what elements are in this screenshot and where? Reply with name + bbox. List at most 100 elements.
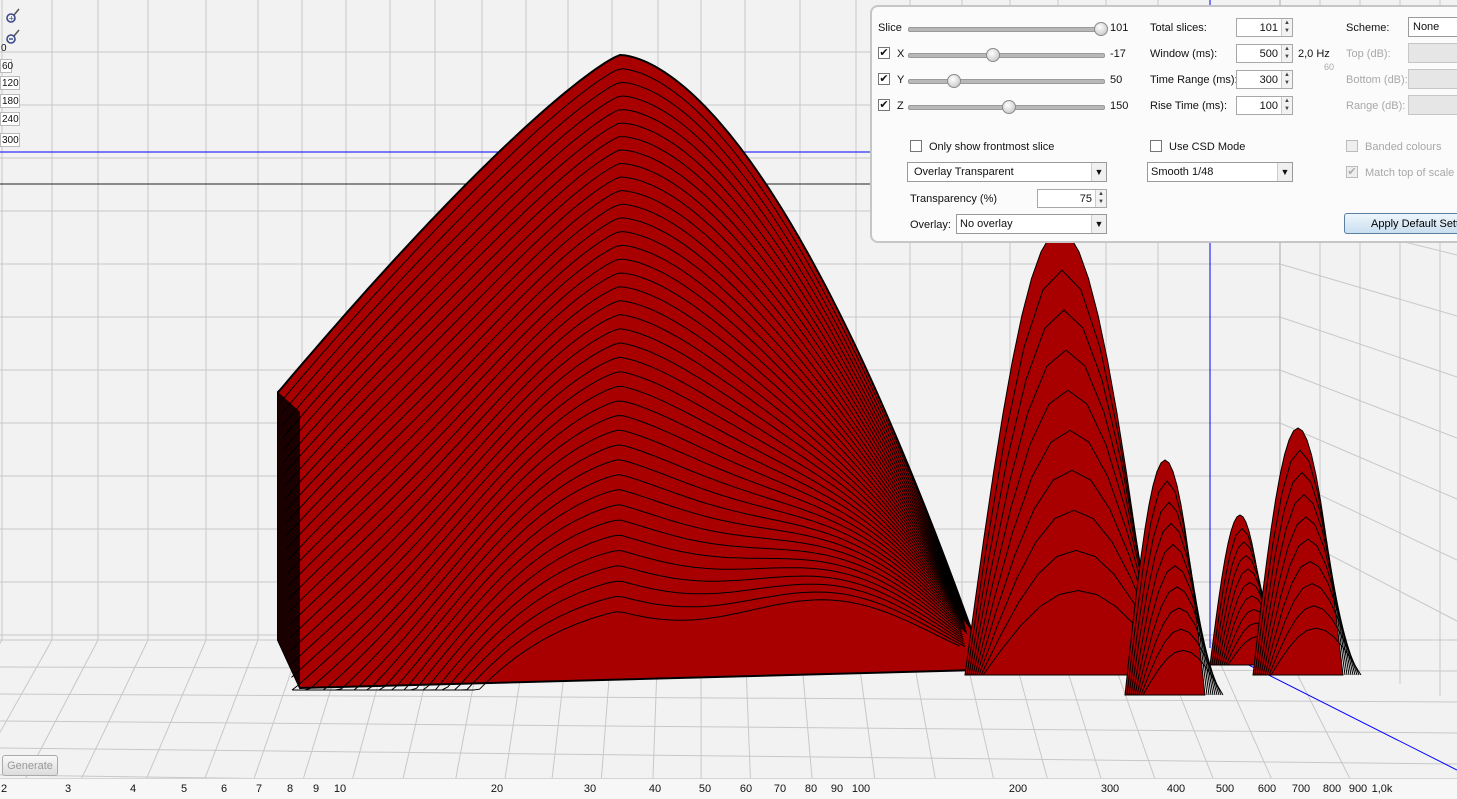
frequency-tick-label: 2 [1,783,7,795]
frequency-tick-label: 5 [181,783,187,795]
banded-colours-label: Banded colours [1365,141,1441,153]
frequency-tick-label: 30 [584,783,596,795]
only-frontmost-checkbox[interactable] [910,140,922,152]
settings-panel: 60 120 Slice 101 ✔ X -17 ✔ Y 50 ✔ Z 150 … [870,5,1457,243]
x-slider[interactable] [908,53,1105,58]
spinner-arrows-icon[interactable]: ▲▼ [1281,97,1292,114]
generate-button[interactable]: Generate [2,755,58,776]
window-spinner[interactable]: 500 ▲▼ [1236,44,1293,63]
chevron-down-icon[interactable]: ▼ [1091,163,1106,181]
banded-colours-checkbox[interactable] [1346,140,1358,152]
transparency-value: 75 [1080,193,1092,205]
frequency-tick-label: 6 [221,783,227,795]
frequency-tick-label: 400 [1167,783,1185,795]
scheme-value: None [1413,21,1439,33]
slice-value: 101 [1110,22,1128,34]
chevron-down-icon[interactable]: ▼ [1091,215,1106,233]
spinner-arrows-icon[interactable]: ▲▼ [1095,190,1106,207]
rise-time-spinner[interactable]: 100 ▲▼ [1236,96,1293,115]
grid-line [147,640,206,778]
top-db-field[interactable] [1408,43,1457,63]
scheme-dropdown[interactable]: None [1408,17,1457,37]
range-db-field[interactable] [1408,95,1457,115]
top-db-label: Top (dB): [1346,48,1391,60]
frequency-tick-label: 300 [1101,783,1119,795]
grid-line [1280,317,1457,377]
frequency-tick-label: 800 [1323,783,1341,795]
frequency-tick-label: 50 [699,783,711,795]
slice-slider[interactable] [908,27,1105,32]
y-checkbox[interactable]: ✔ [878,73,890,85]
chevron-down-icon[interactable]: ▼ [1277,163,1292,181]
overlay-value: No overlay [960,218,1013,230]
time-axis-label: 180 [0,94,20,108]
time-range-spinner[interactable]: 300 ▲▼ [1236,70,1293,89]
spinner-arrows-icon[interactable]: ▲▼ [1281,19,1292,36]
transparency-spinner[interactable]: 75 ▲▼ [1037,189,1107,208]
z-slider-thumb[interactable] [1002,100,1016,114]
bottom-db-label: Bottom (dB): [1346,74,1408,86]
use-csd-label: Use CSD Mode [1169,141,1245,153]
x-label: X [897,48,904,60]
grid-line [0,694,1457,702]
match-top-label: Match top of scale [1365,167,1454,179]
use-csd-checkbox[interactable] [1150,140,1162,152]
frequency-tick-label: 200 [1009,783,1027,795]
spinner-arrows-icon[interactable]: ▲▼ [1281,45,1292,62]
y-slider-thumb[interactable] [947,74,961,88]
z-checkbox[interactable]: ✔ [878,99,890,111]
time-axis-label: 0 [0,42,8,56]
y-slider[interactable] [908,79,1105,84]
frequency-tick-label: 600 [1258,783,1276,795]
match-top-checkbox[interactable]: ✔ [1346,166,1358,178]
time-range-value: 300 [1260,74,1278,86]
x-checkbox[interactable]: ✔ [878,47,890,59]
smoothing-value: Smooth 1/48 [1151,166,1213,178]
frequency-tick-label: 40 [649,783,661,795]
waterfall-peak [1253,428,1343,675]
frequency-tick-label: 700 [1292,783,1310,795]
bg-scale-label: 60 [1324,62,1334,72]
slice-label: Slice [878,22,902,34]
grid-line [1280,264,1457,316]
x-slider-thumb[interactable] [986,48,1000,62]
grid-line [205,640,258,778]
frequency-tick-label: 500 [1216,783,1234,795]
time-axis-label: 240 [0,112,20,126]
total-slices-spinner[interactable]: 101 ▲▼ [1236,18,1293,37]
only-frontmost-label: Only show frontmost slice [929,141,1054,153]
frequency-tick-label: 60 [740,783,752,795]
window-value: 500 [1260,48,1278,60]
frequency-tick-label: 9 [313,783,319,795]
rise-time-value: 100 [1260,100,1278,112]
z-value: 150 [1110,100,1128,112]
y-value: 50 [1110,74,1122,86]
window-label: Window (ms): [1150,48,1217,60]
overlay-label: Overlay: [910,219,951,231]
overlay-dropdown[interactable]: No overlay ▼ [956,214,1107,234]
zoom-in-icon[interactable]: + [4,6,22,24]
x-value: -17 [1110,48,1126,60]
apply-default-settings-button[interactable]: Apply Default Settings [1344,213,1457,234]
frequency-tick-label: 3 [65,783,71,795]
z-slider[interactable] [908,105,1105,110]
time-axis-label: 60 [0,59,12,73]
frequency-tick-label: 80 [805,783,817,795]
frequency-tick-label: 7 [256,783,262,795]
rise-time-label: Rise Time (ms): [1150,100,1227,112]
smoothing-dropdown[interactable]: Smooth 1/48 ▼ [1147,162,1293,182]
grid-line [1280,370,1457,438]
spinner-arrows-icon[interactable]: ▲▼ [1281,71,1292,88]
window-hz: 2,0 Hz [1298,48,1330,60]
overlay-mode-dropdown[interactable]: Overlay Transparent ▼ [907,162,1107,182]
frequency-tick-label: 4 [130,783,136,795]
bottom-db-field[interactable] [1408,69,1457,89]
grid-line [0,748,1457,764]
total-slices-label: Total slices: [1150,22,1207,34]
range-db-label: Range (dB): [1346,100,1405,112]
slice-slider-thumb[interactable] [1094,22,1108,36]
frequency-tick-label: 90 [831,783,843,795]
transparency-label: Transparency (%) [910,193,997,205]
time-axis-label: 120 [0,76,20,90]
frequency-tick-label: 100 [852,783,870,795]
